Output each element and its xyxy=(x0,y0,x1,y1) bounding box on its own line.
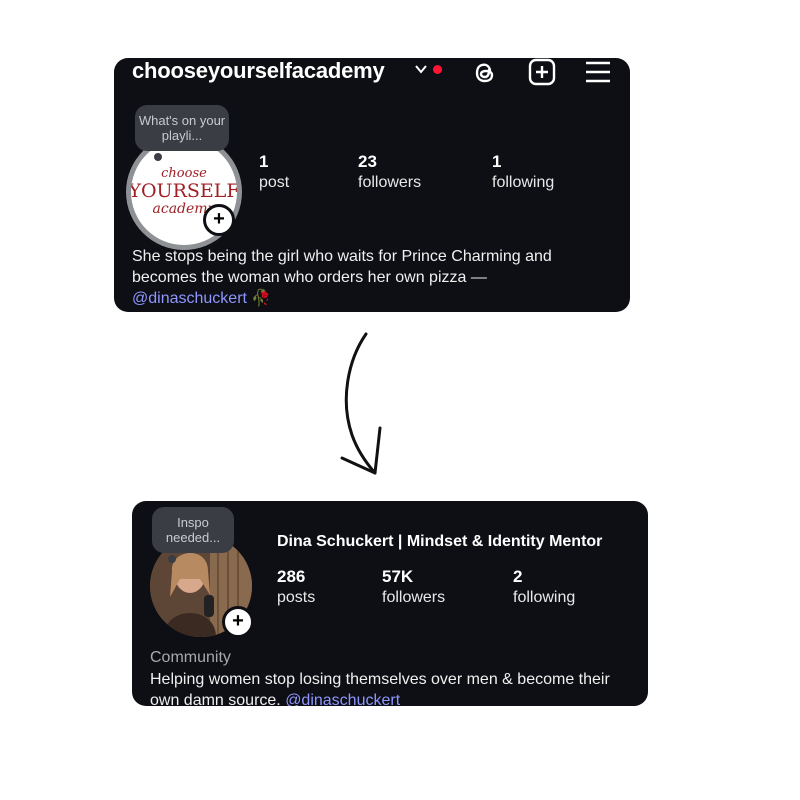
stat-following[interactable]: 2 following xyxy=(513,567,575,609)
threads-icon[interactable] xyxy=(471,58,499,86)
username[interactable]: chooseyourselfacademy xyxy=(132,58,385,84)
stat-followers[interactable]: 23 followers xyxy=(358,152,421,194)
notification-dot xyxy=(433,65,442,74)
svg-text:choose: choose xyxy=(161,166,207,181)
bio-mention-link[interactable]: @dinaschuckert xyxy=(132,290,247,307)
stat-posts[interactable]: 286 posts xyxy=(277,567,315,609)
profile-card-after: + Inspo needed... Dina Schuckert | Minds… xyxy=(132,501,648,706)
new-post-icon[interactable] xyxy=(528,58,556,86)
full-name: Dina Schuckert | Mindset & Identity Ment… xyxy=(277,533,603,550)
bio: She stops being the girl who waits for P… xyxy=(132,246,602,309)
chevron-down-icon[interactable] xyxy=(414,62,428,76)
profile-card-before: chooseyourselfacademy choose YOURSELF ac… xyxy=(114,58,630,312)
stat-following[interactable]: 1 following xyxy=(492,152,554,194)
note-bubble-tail xyxy=(154,153,162,161)
stat-followers[interactable]: 57K followers xyxy=(382,567,445,609)
stat-posts[interactable]: 1 post xyxy=(259,152,289,194)
bio-mention-link[interactable]: @dinaschuckert xyxy=(285,692,400,706)
category-label: Community xyxy=(150,649,231,666)
add-story-button[interactable]: + xyxy=(222,606,254,638)
bio: Helping women stop losing themselves ove… xyxy=(150,669,620,706)
note-bubble[interactable]: Inspo needed... xyxy=(152,507,234,553)
note-bubble-tail xyxy=(168,555,176,563)
bio-text: She stops being the girl who waits for P… xyxy=(132,248,552,286)
curved-arrow-icon xyxy=(340,332,382,475)
menu-icon[interactable] xyxy=(584,58,612,86)
svg-text:YOURSELF: YOURSELF xyxy=(131,180,237,202)
note-bubble[interactable]: What's on your playli... xyxy=(135,105,229,151)
add-story-button[interactable]: + xyxy=(203,204,235,236)
wilted-rose-emoji: 🥀 xyxy=(251,290,272,307)
